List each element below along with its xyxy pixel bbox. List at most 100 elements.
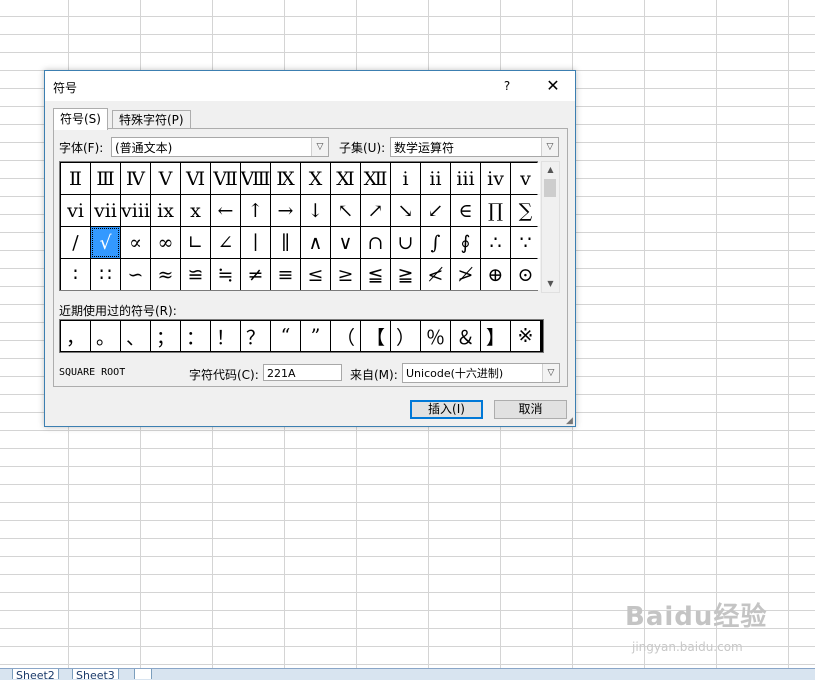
recent-symbol-cell[interactable]: “ xyxy=(271,321,300,351)
symbol-cell[interactable]: ∥ xyxy=(271,227,300,258)
symbol-cell[interactable]: ≤ xyxy=(301,259,330,290)
symbol-cell[interactable]: ⅴ xyxy=(511,163,540,194)
resize-grip-icon[interactable]: ◢ xyxy=(566,416,573,426)
symbol-cell[interactable]: ⅲ xyxy=(451,163,480,194)
symbol-cell[interactable]: ∣ xyxy=(241,227,270,258)
recent-symbol-cell[interactable]: ： xyxy=(181,321,210,351)
symbol-cell[interactable]: ≡ xyxy=(271,259,300,290)
symbol-cell[interactable]: Ⅲ xyxy=(91,163,120,194)
recent-symbol-cell[interactable]: ” xyxy=(301,321,330,351)
recent-symbol-cell[interactable]: 、 xyxy=(121,321,150,351)
symbol-cell[interactable]: ∝ xyxy=(121,227,150,258)
symbol-cell[interactable]: Ⅳ xyxy=(121,163,150,194)
symbol-cell[interactable]: ≮ xyxy=(421,259,450,290)
symbol-cell[interactable]: ≧ xyxy=(391,259,420,290)
symbol-cell[interactable]: ∨ xyxy=(331,227,360,258)
symbol-cell[interactable]: ← xyxy=(211,195,240,226)
symbol-cell[interactable]: Ⅹ xyxy=(301,163,330,194)
symbol-cell[interactable]: ≦ xyxy=(361,259,390,290)
close-button[interactable]: ✕ xyxy=(539,74,567,98)
symbol-cell[interactable]: Ⅶ xyxy=(211,163,240,194)
chevron-down-icon[interactable]: ▽ xyxy=(311,138,328,156)
recent-symbol-cell[interactable]: ， xyxy=(61,321,90,351)
sheet-tab-sheet3[interactable]: Sheet3 xyxy=(72,669,119,679)
symbol-cell[interactable]: √ xyxy=(91,227,120,258)
symbol-cell[interactable]: Ⅱ xyxy=(61,163,90,194)
scrollbar-thumb[interactable] xyxy=(544,179,556,197)
chevron-down-icon[interactable]: ▽ xyxy=(541,138,558,156)
symbol-cell[interactable]: ≥ xyxy=(331,259,360,290)
symbol-cell[interactable]: ∠ xyxy=(211,227,240,258)
symbol-cell[interactable]: ⅸ xyxy=(151,195,180,226)
symbol-cell[interactable]: ≌ xyxy=(181,259,210,290)
symbol-cell[interactable]: ⊕ xyxy=(481,259,510,290)
sheet-tab-sheet2[interactable]: Sheet2 xyxy=(12,669,59,679)
recent-symbol-cell[interactable]: ＆ xyxy=(451,321,480,351)
scroll-up-icon[interactable]: ▲ xyxy=(542,162,559,178)
recent-symbol-cell[interactable]: 。 xyxy=(91,321,120,351)
symbol-cell[interactable]: ∧ xyxy=(301,227,330,258)
symbol-cell[interactable]: ∴ xyxy=(481,227,510,258)
recent-symbol-cell[interactable]: 【 xyxy=(361,321,390,351)
subset-dropdown[interactable]: 数学运算符 ▽ xyxy=(390,137,559,157)
symbol-cell[interactable]: ≒ xyxy=(211,259,240,290)
font-dropdown[interactable]: (普通文本) ▽ xyxy=(111,137,329,157)
symbol-cell[interactable]: ⊙ xyxy=(511,259,540,290)
symbol-cell[interactable]: ↑ xyxy=(241,195,270,226)
symbol-cell[interactable]: Ⅵ xyxy=(181,163,210,194)
dialog-titlebar[interactable]: 符号 ? ✕ xyxy=(45,71,575,101)
symbol-cell[interactable]: ∈ xyxy=(451,195,480,226)
symbol-cell[interactable]: ∑ xyxy=(511,195,540,226)
symbol-cell[interactable]: ≈ xyxy=(151,259,180,290)
symbol-cell[interactable]: ∷ xyxy=(91,259,120,290)
tab-special-characters[interactable]: 特殊字符(P) xyxy=(112,110,191,129)
scroll-down-icon[interactable]: ▼ xyxy=(542,276,559,292)
symbol-cell[interactable]: ⅰ xyxy=(391,163,420,194)
symbol-cell[interactable]: ≯ xyxy=(451,259,480,290)
symbol-cell[interactable]: ∞ xyxy=(151,227,180,258)
symbol-cell[interactable]: ↙ xyxy=(421,195,450,226)
symbol-cell[interactable]: ∮ xyxy=(451,227,480,258)
symbol-cell[interactable]: ∵ xyxy=(511,227,540,258)
symbol-cell[interactable]: ∶ xyxy=(61,259,90,290)
recent-symbol-cell[interactable]: （ xyxy=(331,321,360,351)
symbol-cell[interactable]: ⅱ xyxy=(421,163,450,194)
symbol-cell[interactable]: ∟ xyxy=(181,227,210,258)
symbol-cell[interactable]: ∽ xyxy=(121,259,150,290)
recent-symbol-cell[interactable]: ） xyxy=(391,321,420,351)
symbol-cell[interactable]: Ⅸ xyxy=(271,163,300,194)
cancel-button[interactable]: 取消 xyxy=(494,400,567,419)
tab-symbols[interactable]: 符号(S) xyxy=(53,108,108,130)
new-sheet-icon[interactable] xyxy=(134,669,152,679)
symbol-cell[interactable]: ≠ xyxy=(241,259,270,290)
symbol-cell[interactable]: Ⅷ xyxy=(241,163,270,194)
help-button[interactable]: ? xyxy=(495,75,519,97)
symbol-cell[interactable]: ∏ xyxy=(481,195,510,226)
symbol-cell[interactable]: ∕ xyxy=(61,227,90,258)
symbol-cell[interactable]: ↖ xyxy=(331,195,360,226)
symbol-cell[interactable]: ∪ xyxy=(391,227,420,258)
symbol-cell[interactable]: Ⅻ xyxy=(361,163,390,194)
symbol-cell[interactable]: ↗ xyxy=(361,195,390,226)
symbol-cell[interactable]: ∫ xyxy=(421,227,450,258)
recent-symbol-cell[interactable]: 】 xyxy=(481,321,510,351)
symbol-cell[interactable]: ↓ xyxy=(301,195,330,226)
recent-symbol-cell[interactable]: ※ xyxy=(511,321,540,351)
symbol-cell[interactable]: Ⅴ xyxy=(151,163,180,194)
symbol-cell[interactable]: ⅷ xyxy=(121,195,150,226)
from-dropdown[interactable]: Unicode(十六进制) ▽ xyxy=(402,363,560,383)
symbol-cell[interactable]: ↘ xyxy=(391,195,420,226)
char-code-input[interactable]: 221A xyxy=(263,364,342,381)
symbol-cell[interactable]: ⅵ xyxy=(61,195,90,226)
chevron-down-icon[interactable]: ▽ xyxy=(542,364,559,382)
symbol-cell[interactable]: ∩ xyxy=(361,227,390,258)
recent-symbol-cell[interactable]: ％ xyxy=(421,321,450,351)
symbol-grid-scrollbar[interactable]: ▲ ▼ xyxy=(541,161,560,293)
symbol-cell[interactable]: ⅳ xyxy=(481,163,510,194)
recent-symbol-cell[interactable]: ！ xyxy=(211,321,240,351)
symbol-cell[interactable]: Ⅺ xyxy=(331,163,360,194)
symbol-cell[interactable]: ⅹ xyxy=(181,195,210,226)
insert-button[interactable]: 插入(I) xyxy=(410,400,483,419)
recent-symbol-cell[interactable]: ？ xyxy=(241,321,270,351)
recent-symbol-cell[interactable]: ； xyxy=(151,321,180,351)
